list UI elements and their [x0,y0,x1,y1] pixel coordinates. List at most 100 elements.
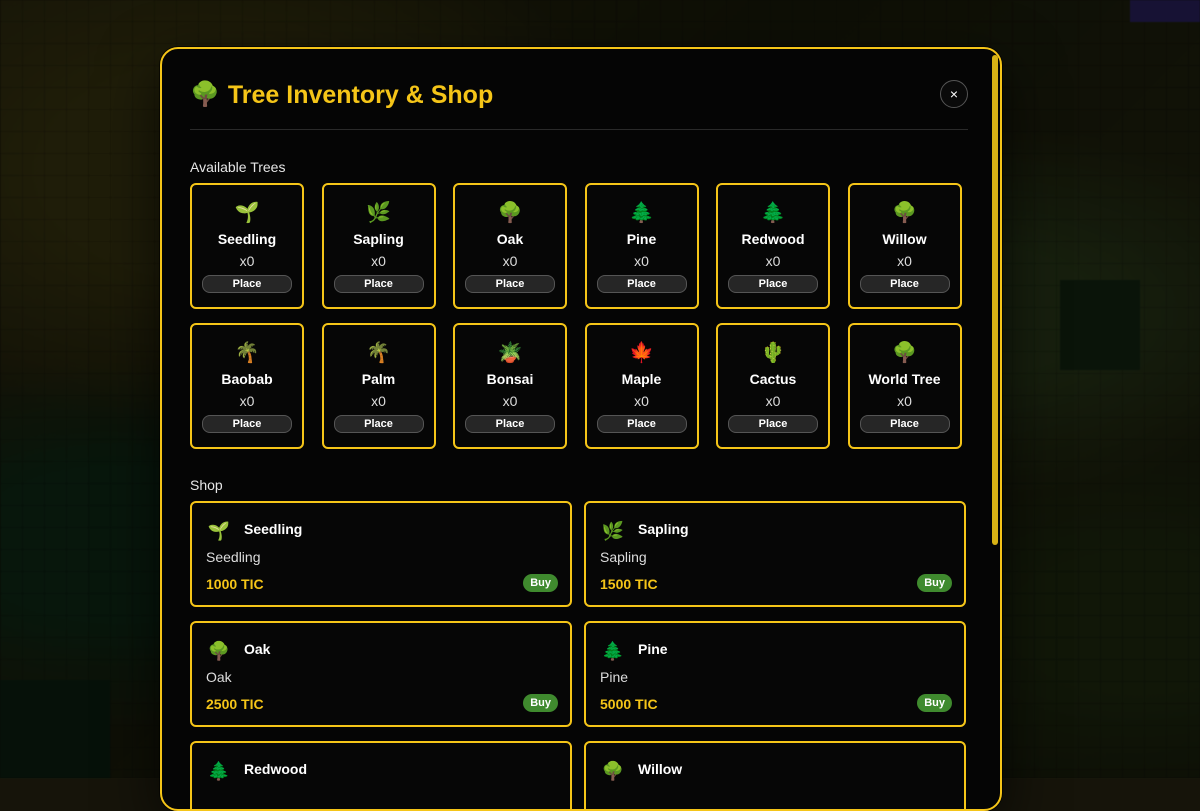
tree-icon: 🌵 [760,342,786,364]
tree-name: Baobab [221,371,273,387]
modal-header: 🌳 Tree Inventory & Shop × [190,77,968,130]
tree-icon: 🌱 [207,521,231,541]
tree-name: Maple [621,371,662,387]
tree-count: x0 [502,253,518,269]
shop-item-description: Pine [600,669,629,685]
shop-item-name: Redwood [244,761,307,777]
shop-card: 🌱 Seedling Seedling 1000 TIC Buy [190,501,572,607]
shop-card: 🌲 Pine Pine 5000 TIC Buy [584,621,966,727]
tree-name: Oak [496,231,524,247]
tree-icon: 🌳 [190,81,220,108]
available-trees-label: Available Trees [190,159,286,175]
inventory-card: 🍁 Maple x0 Place [584,323,699,449]
place-button[interactable]: Place [596,275,687,293]
tree-count: x0 [634,393,649,409]
inventory-card: 🌲 Pine x0 Place [584,183,699,309]
tree-icon: 🌳 [497,202,523,224]
tree-count: x0 [371,253,386,269]
inventory-grid: 🌱 Seedling x0 Place 🌿 Sapling x0 Place 🌳 Oak x0 Pla… [190,183,966,449]
shop-item-price: 2500 TIC [206,696,264,712]
shop-item-name: Pine [638,641,668,657]
tree-count: x0 [239,253,255,269]
tree-icon: 🌲 [207,761,231,781]
modal-scrollbar[interactable] [992,55,998,545]
buy-button[interactable]: Buy [917,694,952,712]
inventory-card: 🌴 Palm x0 Place [321,323,436,449]
tree-count: x0 [765,253,781,269]
tree-icon: 🪴 [497,342,523,364]
inventory-card: 🪴 Bonsai x0 Place [453,323,567,449]
shop-item-price: 5000 TIC [600,696,658,712]
inventory-card: 🌿 Sapling x0 Place [321,183,436,309]
shop-grid: 🌱 Seedling Seedling 1000 TIC Buy 🌿 Sapling Sapl… [190,501,966,809]
place-button[interactable]: Place [596,415,687,433]
tree-icon: 🌲 [601,641,625,661]
inventory-card: 🌴 Baobab x0 Place [190,323,304,449]
place-button[interactable]: Place [859,275,950,293]
close-button[interactable]: × [940,80,968,108]
tree-icon: 🌲 [629,202,654,224]
modal-title: 🌳 Tree Inventory & Shop [190,77,968,113]
shop-card: 🌳 Oak Oak 2500 TIC Buy [190,621,572,727]
shop-item-description: Seedling [206,549,261,565]
tree-count: x0 [897,393,912,409]
place-button[interactable]: Place [333,415,424,433]
place-button[interactable]: Place [728,415,818,433]
buy-button[interactable]: Buy [523,694,558,712]
place-button[interactable]: Place [465,415,555,433]
inventory-card: 🌳 Oak x0 Place [453,183,567,309]
shop-item-price: 1000 TIC [206,576,264,592]
tree-name: Bonsai [486,371,534,387]
place-button[interactable]: Place [465,275,555,293]
buy-button[interactable]: Buy [523,574,558,592]
shop-item-price: 1500 TIC [600,576,658,592]
tree-count: x0 [502,393,518,409]
shop-item-description: Sapling [600,549,647,565]
tree-inventory-modal: 🌳 Tree Inventory & Shop × Available Tree… [160,47,1002,811]
inventory-card: 🌳 Willow x0 Place [847,183,962,309]
buy-button[interactable]: Buy [917,574,952,592]
place-button[interactable]: Place [202,275,292,293]
tree-name: Seedling [217,231,277,247]
shop-card: 🌳 Willow [584,741,966,809]
tree-icon: 🌳 [892,202,917,224]
shop-item-name: Sapling [638,521,689,537]
shop-item-name: Willow [638,761,683,777]
modal-title-text: Tree Inventory & Shop [227,80,494,109]
tree-count: x0 [371,393,386,409]
tree-icon: 🌴 [234,342,260,364]
shop-item-name: Oak [244,641,271,657]
tree-icon: 🌴 [366,342,391,364]
place-button[interactable]: Place [202,415,292,433]
inventory-card: 🌱 Seedling x0 Place [190,183,304,309]
shop-card: 🌿 Sapling Sapling 1500 TIC Buy [584,501,966,607]
tree-name: World Tree [868,371,941,387]
place-button[interactable]: Place [728,275,818,293]
tree-count: x0 [897,253,912,269]
inventory-card: 🌲 Redwood x0 Place [716,183,830,309]
tree-icon: 🌿 [366,202,391,224]
tree-icon: 🌲 [760,202,786,224]
tree-name: Redwood [741,231,805,247]
close-icon: × [949,86,959,102]
place-button[interactable]: Place [333,275,424,293]
inventory-card: 🌳 World Tree x0 Place [847,323,962,449]
tree-icon: 🍁 [629,342,654,364]
shop-item-name: Seedling [244,521,303,537]
tree-count: x0 [239,393,255,409]
tree-name: Cactus [749,371,797,387]
tree-name: Palm [361,371,396,387]
tree-icon: 🌳 [207,641,231,661]
inventory-card: 🌵 Cactus x0 Place [716,323,830,449]
place-button[interactable]: Place [859,415,950,433]
tree-icon: 🌳 [601,761,625,781]
tree-name: Pine [626,231,657,247]
shop-item-description: Oak [206,669,232,685]
tree-count: x0 [765,393,781,409]
tree-name: Willow [882,231,927,247]
tree-icon: 🌱 [234,202,260,224]
tree-icon: 🌳 [892,342,917,364]
tree-icon: 🌿 [601,521,625,541]
tree-count: x0 [634,253,649,269]
tree-name: Sapling [353,231,404,247]
